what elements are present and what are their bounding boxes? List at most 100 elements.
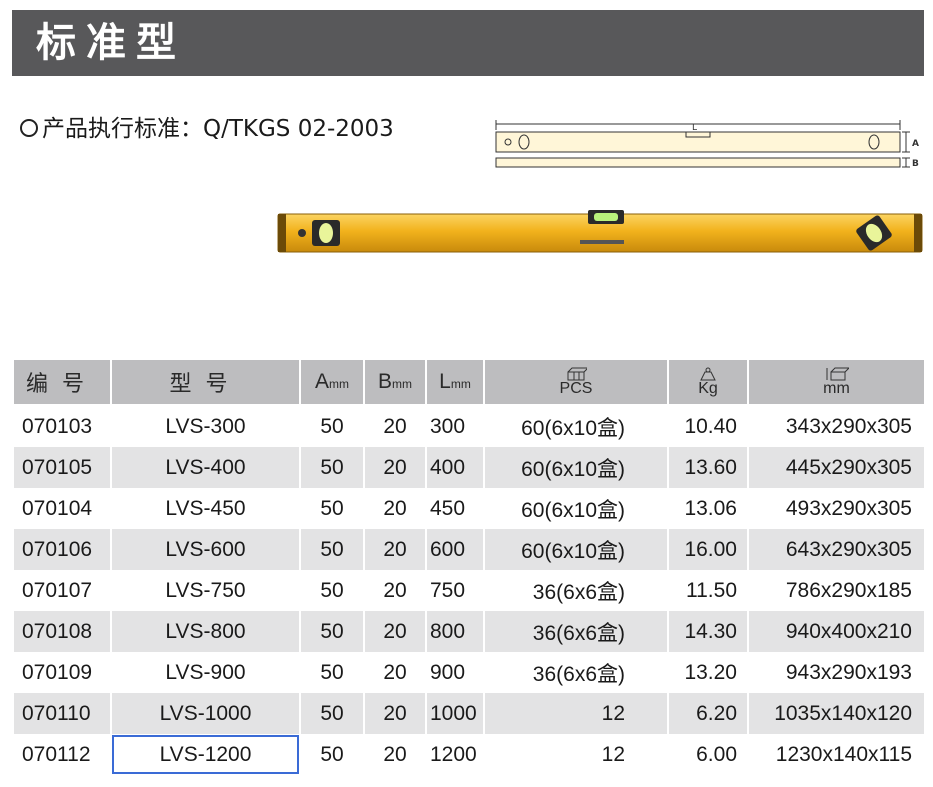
cell-size[interactable]: 343x290x305 bbox=[747, 405, 926, 447]
cell-l[interactable]: 1000 bbox=[425, 693, 485, 734]
cell-kg[interactable]: 14.30 bbox=[667, 611, 749, 652]
cell-model[interactable]: LVS-1000 bbox=[110, 693, 301, 734]
cell-size[interactable]: 940x400x210 bbox=[747, 611, 926, 652]
table-row: 070106 LVS-600 50 20 600 60(6x10盒) 16.00… bbox=[12, 529, 926, 570]
cell-b[interactable]: 20 bbox=[363, 405, 427, 447]
cell-size[interactable]: 445x290x305 bbox=[747, 447, 926, 488]
cell-code[interactable]: 070109 bbox=[12, 652, 112, 693]
cell-l[interactable]: 750 bbox=[425, 570, 485, 611]
cell-code[interactable]: 070104 bbox=[12, 488, 112, 529]
box-stack-icon bbox=[567, 367, 587, 381]
spirit-level-illustration bbox=[277, 210, 923, 253]
cell-l[interactable]: 800 bbox=[425, 611, 485, 652]
cell-code[interactable]: 070107 bbox=[12, 570, 112, 611]
table-row: 070107 LVS-750 50 20 750 36(6x6盒) 11.50 … bbox=[12, 570, 926, 611]
cell-pcs[interactable]: 36(6x6盒) bbox=[483, 611, 669, 652]
cell-l[interactable]: 450 bbox=[425, 488, 485, 529]
table-row: 070112 LVS-1200 50 20 1200 12 6.00 1230x… bbox=[12, 734, 926, 775]
cell-a[interactable]: 50 bbox=[299, 611, 365, 652]
cell-model-selected[interactable]: LVS-1200 bbox=[110, 734, 301, 775]
cell-code[interactable]: 070106 bbox=[12, 529, 112, 570]
cell-size[interactable]: 493x290x305 bbox=[747, 488, 926, 529]
cell-a[interactable]: 50 bbox=[299, 570, 365, 611]
page-title: 标准型 bbox=[36, 20, 186, 66]
cell-kg[interactable]: 6.20 bbox=[667, 693, 749, 734]
cell-a[interactable]: 50 bbox=[299, 693, 365, 734]
cell-a[interactable]: 50 bbox=[299, 405, 365, 447]
cell-b[interactable]: 20 bbox=[363, 447, 427, 488]
col-header-code: 编号 bbox=[12, 360, 112, 406]
cell-b[interactable]: 20 bbox=[363, 652, 427, 693]
title-bar: 标准型 bbox=[12, 10, 924, 76]
cell-a[interactable]: 50 bbox=[299, 488, 365, 529]
cell-code[interactable]: 070103 bbox=[12, 405, 112, 447]
table-row: 070103 LVS-300 50 20 300 60(6x10盒) 10.40… bbox=[12, 405, 926, 447]
cell-size[interactable]: 643x290x305 bbox=[747, 529, 926, 570]
cell-a[interactable]: 50 bbox=[299, 529, 365, 570]
cell-code[interactable]: 070112 bbox=[12, 734, 112, 775]
cell-kg[interactable]: 11.50 bbox=[667, 570, 749, 611]
cell-l[interactable]: 1200 bbox=[425, 734, 485, 775]
cell-a[interactable]: 50 bbox=[299, 734, 365, 775]
cell-l[interactable]: 900 bbox=[425, 652, 485, 693]
spec-table: 编号 型号 Amm Bmm Lmm PCS Kg mm 070103 LVS-3… bbox=[12, 360, 926, 775]
cell-a[interactable]: 50 bbox=[299, 652, 365, 693]
cell-code[interactable]: 070110 bbox=[12, 693, 112, 734]
col-header-b: Bmm bbox=[363, 360, 427, 406]
product-standard: 产品执行标准：Q/TKGS 02-2003 bbox=[20, 113, 394, 145]
cell-size[interactable]: 786x290x185 bbox=[747, 570, 926, 611]
cell-pcs[interactable]: 60(6x10盒) bbox=[483, 529, 669, 570]
cell-kg[interactable]: 13.06 bbox=[667, 488, 749, 529]
cell-pcs[interactable]: 36(6x6盒) bbox=[483, 570, 669, 611]
table-row: 070110 LVS-1000 50 20 1000 12 6.20 1035x… bbox=[12, 693, 926, 734]
product-standard-text: 产品执行标准：Q/TKGS 02-2003 bbox=[42, 116, 394, 142]
cell-pcs[interactable]: 12 bbox=[483, 734, 669, 775]
cell-b[interactable]: 20 bbox=[363, 529, 427, 570]
cell-l[interactable]: 300 bbox=[425, 405, 485, 447]
table-row: 070105 LVS-400 50 20 400 60(6x10盒) 13.60… bbox=[12, 447, 926, 488]
col-header-pcs: PCS bbox=[483, 360, 669, 406]
cell-pcs[interactable]: 60(6x10盒) bbox=[483, 447, 669, 488]
cell-pcs[interactable]: 36(6x6盒) bbox=[483, 652, 669, 693]
carton-dimension-icon bbox=[826, 367, 849, 381]
cell-kg[interactable]: 16.00 bbox=[667, 529, 749, 570]
cell-pcs[interactable]: 60(6x10盒) bbox=[483, 488, 669, 529]
cell-code[interactable]: 070105 bbox=[12, 447, 112, 488]
cell-model[interactable]: LVS-400 bbox=[110, 447, 301, 488]
table-row: 070108 LVS-800 50 20 800 36(6x6盒) 14.30 … bbox=[12, 611, 926, 652]
cell-b[interactable]: 20 bbox=[363, 611, 427, 652]
right-end-cap bbox=[914, 214, 922, 252]
circle-bullet-icon bbox=[20, 119, 38, 137]
cell-model[interactable]: LVS-600 bbox=[110, 529, 301, 570]
cell-pcs[interactable]: 12 bbox=[483, 693, 669, 734]
cell-size[interactable]: 1035x140x120 bbox=[747, 693, 926, 734]
cell-size[interactable]: 943x290x193 bbox=[747, 652, 926, 693]
cell-model[interactable]: LVS-450 bbox=[110, 488, 301, 529]
cell-kg[interactable]: 10.40 bbox=[667, 405, 749, 447]
level-top-view bbox=[495, 157, 901, 168]
cell-l[interactable]: 600 bbox=[425, 529, 485, 570]
cell-b[interactable]: 20 bbox=[363, 693, 427, 734]
cell-kg[interactable]: 13.20 bbox=[667, 652, 749, 693]
cell-pcs[interactable]: 60(6x10盒) bbox=[483, 405, 669, 447]
left-end-cap bbox=[278, 214, 286, 252]
cell-code[interactable]: 070108 bbox=[12, 611, 112, 652]
cell-model[interactable]: LVS-300 bbox=[110, 405, 301, 447]
cell-b[interactable]: 20 bbox=[363, 488, 427, 529]
cell-b[interactable]: 20 bbox=[363, 570, 427, 611]
cell-kg[interactable]: 6.00 bbox=[667, 734, 749, 775]
cell-model[interactable]: LVS-900 bbox=[110, 652, 301, 693]
cell-a[interactable]: 50 bbox=[299, 447, 365, 488]
cell-b[interactable]: 20 bbox=[363, 734, 427, 775]
cell-model[interactable]: LVS-800 bbox=[110, 611, 301, 652]
col-header-size: mm bbox=[747, 360, 926, 406]
cell-l[interactable]: 400 bbox=[425, 447, 485, 488]
level-dimension-diagram: L A B bbox=[495, 120, 919, 169]
scale-weight-icon bbox=[700, 367, 716, 381]
dimension-b-label: B bbox=[912, 159, 919, 169]
cell-size[interactable]: 1230x140x115 bbox=[747, 734, 926, 775]
level-front-view bbox=[495, 131, 901, 153]
cell-kg[interactable]: 13.60 bbox=[667, 447, 749, 488]
cell-model[interactable]: LVS-750 bbox=[110, 570, 301, 611]
dimension-a-label: A bbox=[912, 139, 919, 149]
